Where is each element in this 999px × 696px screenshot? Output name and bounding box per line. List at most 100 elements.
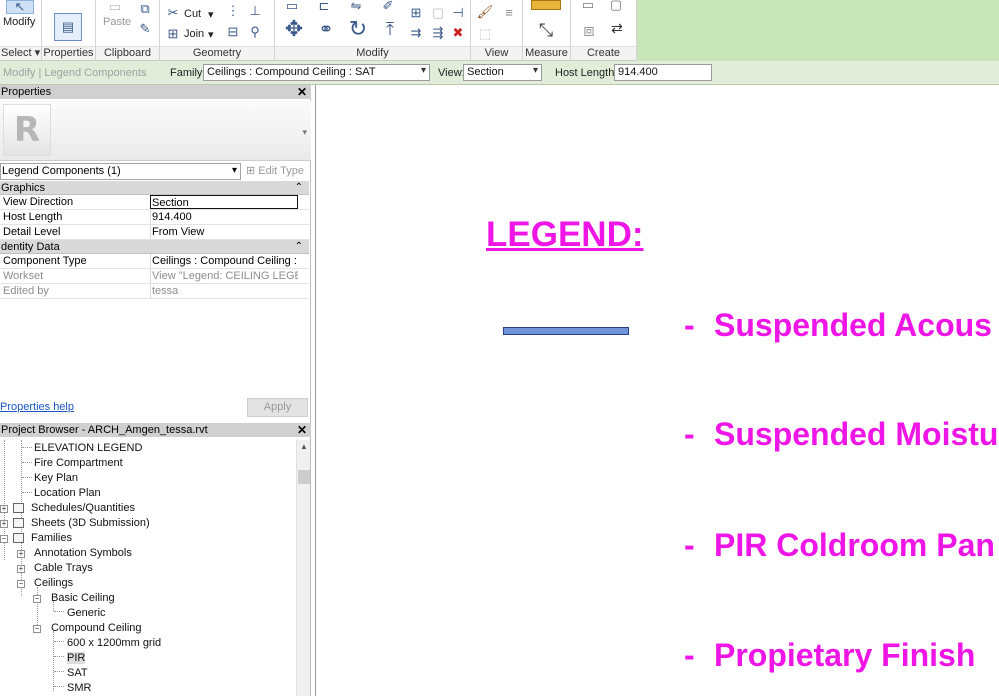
paste-button[interactable]: Paste bbox=[103, 16, 131, 28]
hide-icon[interactable]: ⬚ bbox=[477, 26, 493, 42]
tree-item-location-plan[interactable]: Location Plan bbox=[34, 487, 101, 499]
split-face-icon[interactable]: ⋮ bbox=[226, 3, 240, 18]
drawing-canvas[interactable]: LEGEND: - Suspended Acous - Suspended Mois… bbox=[315, 85, 999, 696]
clipboard-panel: ▭ Paste ⧉ ✎ Clipboard bbox=[96, 0, 160, 61]
match-properties-icon[interactable]: ✎ bbox=[138, 21, 152, 36]
scrollbar-thumb[interactable] bbox=[298, 470, 310, 484]
expand-icon[interactable]: + bbox=[0, 505, 8, 513]
tree-item-ceilings[interactable]: Ceilings bbox=[34, 577, 73, 589]
select-dropdown[interactable]: Select ▾ bbox=[0, 46, 41, 60]
expand-icon[interactable]: + bbox=[0, 520, 8, 528]
tree-item-elevation-legend[interactable]: ELEVATION LEGEND bbox=[34, 442, 142, 454]
paste-icon[interactable]: ▭ bbox=[106, 0, 124, 14]
ruler-icon[interactable] bbox=[531, 0, 561, 10]
tree-guide bbox=[22, 447, 32, 448]
create-parts-icon[interactable]: ▢ bbox=[605, 0, 627, 12]
align-icon[interactable]: ▭ bbox=[281, 0, 303, 13]
linework-icon[interactable]: ≡ bbox=[501, 4, 517, 20]
tree-item-generic[interactable]: Generic bbox=[67, 607, 106, 619]
host-length-input[interactable]: 914.400 bbox=[614, 64, 712, 81]
collapse-icon[interactable]: − bbox=[17, 580, 25, 588]
modify-cursor-icon[interactable]: ↖ bbox=[6, 0, 34, 14]
tree-item-compound-ceiling[interactable]: Compound Ceiling bbox=[51, 622, 142, 634]
cut-button[interactable]: Cut bbox=[184, 8, 201, 20]
property-key: Component Type bbox=[3, 255, 87, 267]
browser-title: Project Browser - ARCH_Amgen_tessa.rvt bbox=[1, 424, 208, 436]
property-key: View Direction bbox=[3, 196, 74, 208]
mirror-icon[interactable]: ⇋ bbox=[345, 0, 367, 13]
tree-item-smr[interactable]: SMR bbox=[67, 682, 91, 694]
offset-icon[interactable]: ⊏ bbox=[313, 0, 335, 13]
tree-item-annotation-symbols[interactable]: Annotation Symbols bbox=[34, 547, 132, 559]
tree-item-basic-ceiling[interactable]: Basic Ceiling bbox=[51, 592, 115, 604]
graphics-section-header[interactable]: Graphics ⌃ bbox=[0, 181, 309, 195]
type-dropdown-icon[interactable]: ▾ bbox=[302, 127, 307, 138]
tree-item-key-plan[interactable]: Key Plan bbox=[34, 472, 78, 484]
dimension-icon[interactable]: ⤡ bbox=[531, 18, 561, 42]
property-value[interactable]: Ceilings : Compound Ceiling : S... bbox=[150, 254, 298, 268]
tree-item-pir[interactable]: PIR bbox=[67, 652, 86, 664]
collapse-icon[interactable]: − bbox=[33, 595, 41, 603]
tree-item-families[interactable]: Families bbox=[31, 532, 72, 544]
tree-item-600x1200-grid[interactable]: 600 x 1200mm grid bbox=[67, 637, 161, 649]
expand-icon[interactable]: + bbox=[17, 550, 25, 558]
ceiling-legend-component[interactable] bbox=[503, 327, 629, 335]
override-graphics-icon[interactable]: 🖌 bbox=[477, 4, 494, 20]
close-icon[interactable]: ✕ bbox=[297, 85, 307, 99]
scroll-up-icon[interactable]: ▲ bbox=[300, 442, 308, 451]
browser-scrollbar[interactable]: ▲ bbox=[296, 440, 310, 696]
edit-type-button[interactable]: ⊞ Edit Type bbox=[246, 164, 304, 177]
type-preview[interactable]: R ▾ bbox=[0, 101, 311, 161]
create-similar-icon[interactable]: ⇄ bbox=[605, 16, 629, 40]
identity-section-header[interactable]: dentity Data ⌃ bbox=[0, 240, 309, 254]
property-value-input[interactable]: Section bbox=[150, 195, 298, 209]
chevron-down-icon: ▾ bbox=[532, 65, 538, 76]
properties-help-link[interactable]: Properties help bbox=[0, 401, 74, 413]
join-dropdown-icon[interactable]: ▾ bbox=[208, 28, 214, 41]
browser-title-bar: Project Browser - ARCH_Amgen_tessa.rvt ✕ bbox=[0, 423, 311, 437]
clipboard-label: Clipboard bbox=[96, 46, 159, 60]
wall-joins-icon[interactable]: ⊥ bbox=[248, 3, 262, 18]
apply-button[interactable]: Apply bbox=[247, 398, 308, 417]
array-icon[interactable]: ⊞ bbox=[409, 5, 423, 20]
properties-palette: Properties ✕ R ▾ Legend Components (1) ▾… bbox=[0, 85, 311, 423]
collapse-icon[interactable]: − bbox=[33, 625, 41, 633]
pin-icon[interactable]: ⊣ bbox=[451, 5, 465, 20]
properties-button[interactable]: Properties bbox=[42, 46, 95, 60]
create-group-icon[interactable]: ⧈ bbox=[577, 18, 601, 42]
cut-dropdown-icon[interactable]: ▾ bbox=[208, 8, 214, 21]
legend-row: - Suspended Acous bbox=[684, 307, 992, 344]
expand-icon[interactable]: + bbox=[17, 565, 25, 573]
tree-item-cable-trays[interactable]: Cable Trays bbox=[34, 562, 93, 574]
modify-button[interactable]: Modify bbox=[3, 16, 35, 28]
trim-extend-icon[interactable]: ⤒ bbox=[377, 16, 403, 42]
split-gap-icon[interactable]: ⇶ bbox=[431, 25, 445, 40]
family-select[interactable]: Ceilings : Compound Ceiling : SAT ▾ bbox=[203, 64, 430, 81]
family-label: Family: bbox=[170, 67, 206, 79]
move-icon[interactable]: ✥ bbox=[281, 16, 307, 42]
close-icon[interactable]: ✕ bbox=[297, 423, 307, 437]
scale-icon[interactable]: ▢ bbox=[431, 5, 445, 20]
legend-row-label: Suspended Moistu bbox=[714, 416, 999, 452]
project-browser: Project Browser - ARCH_Amgen_tessa.rvt ✕… bbox=[0, 423, 311, 696]
properties-icon[interactable]: ▤ bbox=[54, 13, 82, 41]
view-select[interactable]: Section ▾ bbox=[463, 64, 542, 81]
rotate-icon[interactable]: ↻ bbox=[345, 16, 371, 42]
cope-icon[interactable]: ⊟ bbox=[226, 24, 240, 39]
delete-icon[interactable]: ✖ bbox=[451, 25, 465, 40]
property-value[interactable]: From View bbox=[150, 225, 298, 239]
copy-element-icon[interactable]: ⚭ bbox=[313, 16, 339, 42]
create-assembly-icon[interactable]: ▭ bbox=[579, 0, 597, 12]
tree-item-schedules[interactable]: Schedules/Quantities bbox=[31, 502, 135, 514]
collapse-icon[interactable]: − bbox=[0, 535, 8, 543]
paint-icon[interactable]: ⚲ bbox=[248, 24, 262, 39]
tree-item-fire-compartment[interactable]: Fire Compartment bbox=[34, 457, 123, 469]
copy-icon[interactable]: ⧉ bbox=[138, 1, 152, 16]
join-button[interactable]: Join bbox=[184, 28, 204, 40]
tree-item-sheets[interactable]: Sheets (3D Submission) bbox=[31, 517, 150, 529]
type-selector[interactable]: Legend Components (1) ▾ bbox=[0, 163, 241, 180]
split-icon[interactable]: ⇉ bbox=[409, 25, 423, 40]
property-value[interactable]: 914.400 bbox=[150, 210, 298, 224]
tree-item-sat[interactable]: SAT bbox=[67, 667, 88, 679]
mirror-draw-icon[interactable]: ✐ bbox=[377, 0, 399, 13]
